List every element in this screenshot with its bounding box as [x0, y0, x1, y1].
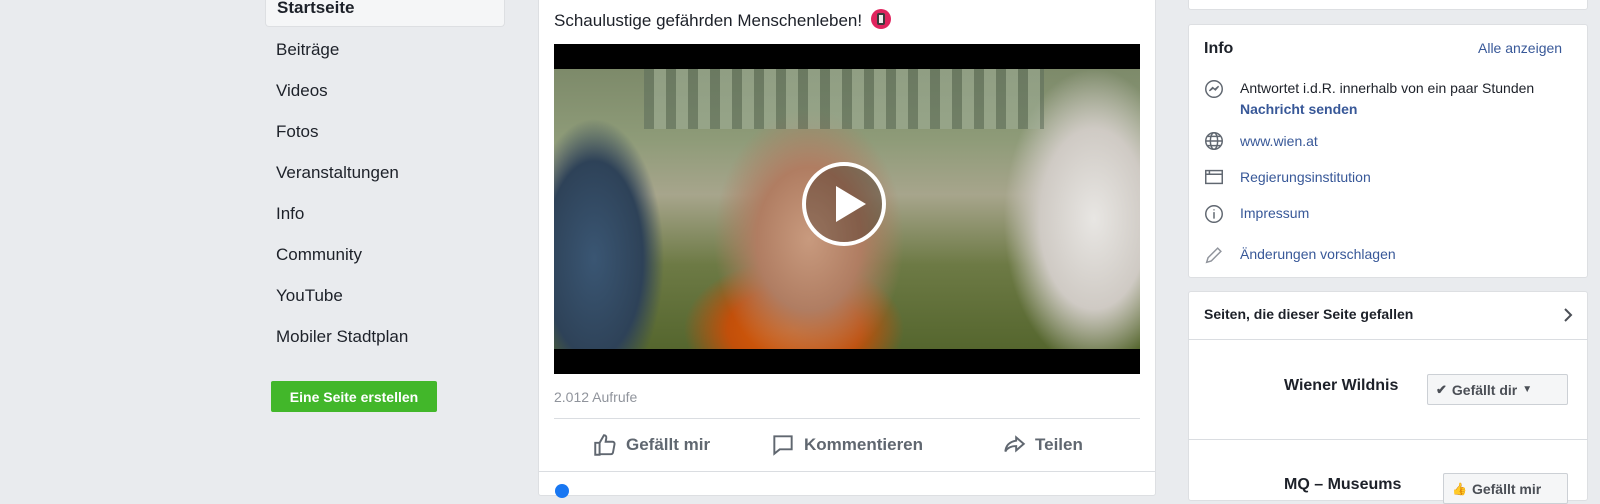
liked-pages-row-divider — [1188, 439, 1588, 440]
globe-icon — [1205, 132, 1223, 150]
messenger-icon — [1205, 80, 1223, 98]
info-circle-icon — [1205, 205, 1223, 223]
nav-item-mobiler-stadtplan[interactable]: Mobiler Stadtplan — [276, 327, 408, 347]
liked-pages-title: Seiten, die dieser Seite gefallen — [1204, 306, 1414, 322]
comment-label: Kommentieren — [804, 435, 924, 454]
suggest-edits-link[interactable]: Änderungen vorschlagen — [1240, 246, 1396, 262]
share-label: Teilen — [1035, 435, 1083, 454]
comment-icon — [773, 435, 793, 456]
no-phone-icon — [870, 9, 891, 29]
post-text-label: Schaulustige gefährden Menschenleben! — [554, 11, 863, 30]
nav-item-beitraege[interactable]: Beiträge — [276, 40, 339, 60]
send-message-link[interactable]: Nachricht senden — [1240, 101, 1357, 117]
like-page-button[interactable]: 👍 Gefällt mir — [1443, 473, 1568, 504]
liked-page-button[interactable]: ✔ Gefällt dir ▼ — [1427, 374, 1568, 405]
liked-page-name-2[interactable]: MQ – Museums — [1284, 476, 1401, 494]
nav-item-videos[interactable]: Videos — [276, 81, 328, 101]
nav-item-community[interactable]: Community — [276, 245, 362, 265]
create-page-button[interactable]: Eine Seite erstellen — [271, 381, 437, 412]
thumbs-up-small-icon: 👍 — [1452, 481, 1467, 496]
post-text: Schaulustige gefährden Menschenleben! — [554, 9, 891, 31]
pencil-icon — [1205, 247, 1222, 264]
like-label: Gefällt mir — [626, 435, 711, 454]
imprint-link[interactable]: Impressum — [1240, 205, 1309, 221]
share-button[interactable]: Teilen — [1001, 432, 1083, 458]
category-icon — [1205, 169, 1223, 185]
nav-item-info[interactable]: Info — [276, 204, 304, 224]
nav-item-fotos[interactable]: Fotos — [276, 122, 319, 142]
caret-down-icon: ▼ — [1522, 384, 1533, 395]
checkmark-icon: ✔ — [1436, 381, 1447, 397]
info-card — [1188, 24, 1588, 278]
top-card — [1188, 0, 1588, 10]
view-count: 2.012 Aufrufe — [554, 389, 638, 405]
like-button[interactable]: Gefällt mir — [592, 432, 710, 458]
nav-item-startseite[interactable]: Startseite — [265, 0, 505, 27]
play-icon[interactable] — [802, 162, 886, 246]
liked-page-button-label: Gefällt dir — [1451, 381, 1518, 398]
comment-button[interactable]: Kommentieren — [770, 432, 923, 458]
nav-item-veranstaltungen[interactable]: Veranstaltungen — [276, 163, 399, 183]
like-page-button-label: Gefällt mir — [1471, 480, 1542, 497]
reaction-icon — [555, 484, 569, 498]
chevron-right-icon[interactable] — [1561, 306, 1575, 324]
post-divider — [554, 418, 1140, 419]
nav-item-youtube[interactable]: YouTube — [276, 286, 343, 306]
website-link[interactable]: www.wien.at — [1240, 133, 1318, 149]
nav-item-label: Startseite — [277, 0, 355, 17]
category-link[interactable]: Regierungsinstitution — [1240, 169, 1371, 185]
info-title: Info — [1204, 40, 1234, 57]
liked-pages-divider — [1188, 339, 1588, 340]
share-icon — [1004, 435, 1026, 453]
thumbs-up-icon — [594, 434, 616, 456]
post-bottom-divider — [539, 471, 1155, 472]
see-all-link[interactable]: Alle anzeigen — [1478, 40, 1562, 56]
video-background-detail — [644, 69, 1044, 129]
liked-page-name[interactable]: Wiener Wildnis — [1284, 377, 1398, 395]
response-time: Antwortet i.d.R. innerhalb von ein paar … — [1240, 80, 1535, 96]
